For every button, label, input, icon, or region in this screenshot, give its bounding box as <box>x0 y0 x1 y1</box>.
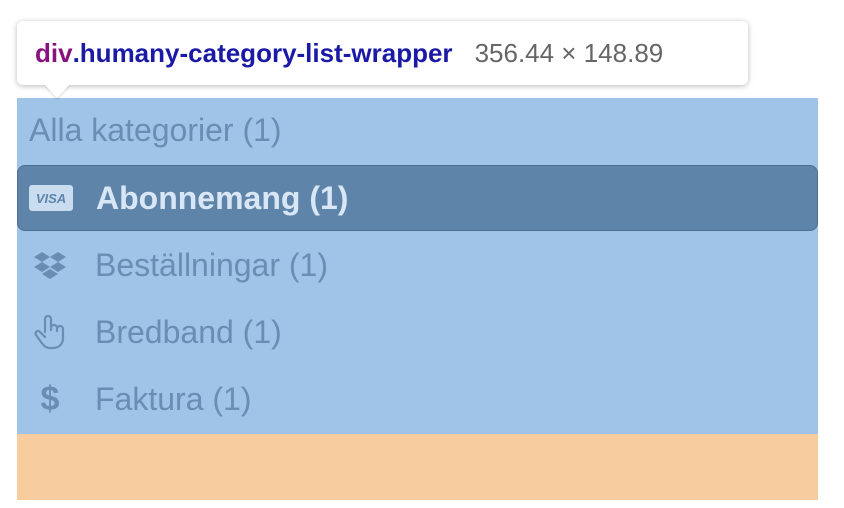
hand-pointer-icon <box>17 299 83 365</box>
visa-card-icon: VISA <box>18 165 84 231</box>
inspect-tooltip: div .humany-category-list-wrapper 356.44 ×… <box>17 21 748 85</box>
tooltip-tag: div <box>35 37 73 68</box>
svg-text:VISA: VISA <box>36 191 66 206</box>
dropbox-icon <box>17 232 83 298</box>
category-item-abonnemang[interactable]: VISA Abonnemang (1) <box>17 165 818 231</box>
padding-highlight <box>17 434 818 500</box>
tooltip-class: .humany-category-list-wrapper <box>72 37 453 68</box>
category-item-bestallningar[interactable]: Beställningar (1) <box>17 232 818 298</box>
category-label: Beställningar (1) <box>95 246 328 283</box>
category-label: Bredband (1) <box>95 313 282 350</box>
all-categories-link[interactable]: Alla kategorier (1) <box>29 112 282 149</box>
category-item-faktura[interactable]: $ Faktura (1) <box>17 366 818 432</box>
category-label: Abonnemang (1) <box>96 179 349 216</box>
category-item-bredband[interactable]: Bredband (1) <box>17 299 818 365</box>
tooltip-arrow <box>44 84 70 98</box>
category-label: Faktura (1) <box>95 380 252 417</box>
devtools-inspect-stage: div .humany-category-list-wrapper 356.44 ×… <box>0 0 844 508</box>
dollar-icon: $ <box>40 379 60 418</box>
tooltip-size: 356.44 × 148.89 <box>474 37 664 68</box>
